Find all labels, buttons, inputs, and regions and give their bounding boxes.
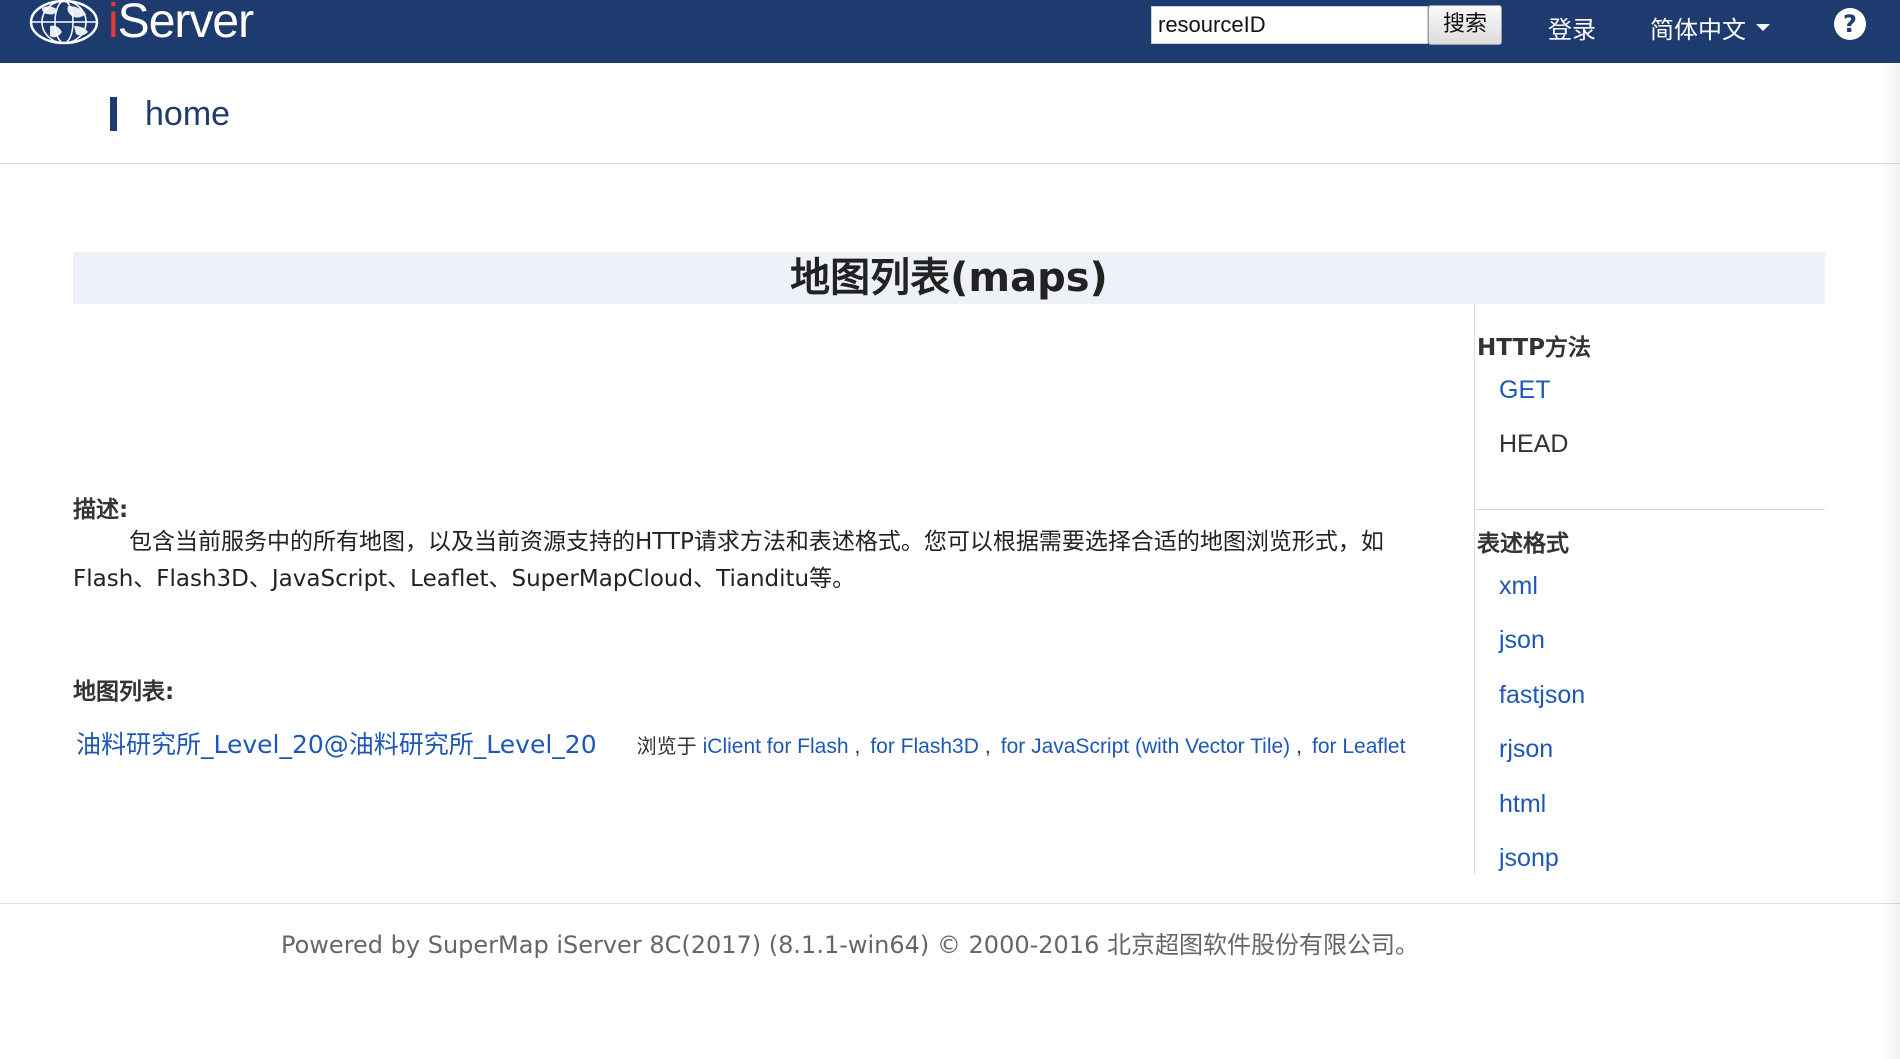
footer-text: Powered by SuperMap iServer 8C(2017) (8.…: [281, 931, 1419, 959]
iserver-logo[interactable]: iServer: [28, 0, 254, 48]
breadcrumb-home[interactable]: home: [145, 95, 230, 134]
format-rjson-link[interactable]: rjson: [1499, 735, 1553, 764]
language-label: 简体中文: [1650, 16, 1746, 44]
globe-logo-icon: [29, 0, 99, 45]
resource-sidebar: HTTP方法 GET HEAD 表述格式 xml json fastjson r…: [1474, 304, 1826, 874]
brand-text: Server: [117, 0, 254, 48]
browse-separator: ,: [854, 735, 861, 758]
browse-separator: ,: [984, 735, 991, 758]
browse-javascript-link[interactable]: for JavaScript (with Vector Tile): [1001, 735, 1290, 759]
browse-iclient-flash-link[interactable]: iClient for Flash: [703, 735, 849, 759]
footer: Powered by SuperMap iServer 8C(2017) (8.…: [0, 925, 1900, 960]
map-list-item: 油料研究所_Level_20@油料研究所_Level_20 浏览于 iClien…: [76, 725, 1405, 761]
format-html-link[interactable]: html: [1499, 790, 1546, 819]
map-link[interactable]: 油料研究所_Level_20@油料研究所_Level_20: [76, 725, 597, 761]
http-methods-heading: HTTP方法: [1477, 335, 1592, 361]
browse-leaflet-link[interactable]: for Leaflet: [1312, 735, 1405, 759]
formats-heading: 表述格式: [1477, 531, 1569, 557]
help-icon[interactable]: ?: [1834, 8, 1866, 40]
format-fastjson-link[interactable]: fastjson: [1499, 681, 1585, 710]
chevron-down-icon: [1756, 24, 1770, 31]
footer-divider: [0, 903, 1900, 904]
browse-separator: ,: [1296, 735, 1303, 758]
title-band: 地图列表(maps): [73, 252, 1825, 304]
brand-name: iServer: [108, 0, 254, 48]
language-dropdown[interactable]: 简体中文: [1650, 10, 1770, 45]
search-input[interactable]: [1151, 6, 1428, 44]
format-xml-link[interactable]: xml: [1499, 572, 1538, 601]
map-list-label: 地图列表:: [73, 679, 175, 705]
login-link[interactable]: 登录: [1548, 10, 1596, 45]
header-divider: [0, 163, 1900, 164]
format-jsonp-link[interactable]: jsonp: [1499, 844, 1559, 873]
breadcrumb-accent-bar: [110, 97, 117, 131]
page-edge-shadow: [1880, 63, 1900, 1059]
brand-prefix: i: [108, 0, 119, 48]
breadcrumb: home: [110, 95, 230, 133]
http-method-head: HEAD: [1499, 430, 1569, 458]
top-navigation-bar: iServer 搜索 登录 简体中文 ?: [0, 0, 1900, 63]
format-json-link[interactable]: json: [1499, 626, 1545, 655]
description-text: 包含当前服务中的所有地图，以及当前资源支持的HTTP请求方法和表述格式。您可以根…: [73, 529, 1384, 592]
description-label: 描述:: [73, 497, 129, 523]
search-button[interactable]: 搜索: [1428, 5, 1502, 45]
browse-flash3d-link[interactable]: for Flash3D: [870, 735, 979, 759]
sidebar-divider: [1475, 509, 1825, 510]
http-method-get[interactable]: GET: [1499, 376, 1550, 405]
browse-prefix: 浏览于: [636, 734, 697, 758]
page-title: 地图列表(maps): [790, 255, 1108, 301]
